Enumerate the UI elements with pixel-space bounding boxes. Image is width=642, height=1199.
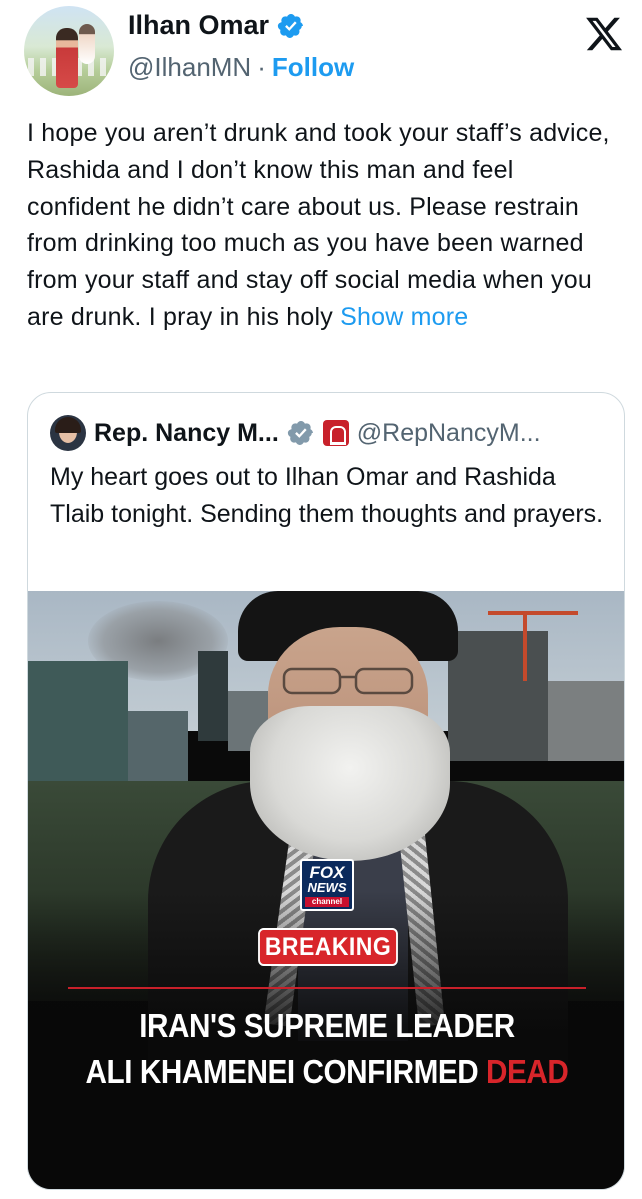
handle-separator: · xyxy=(257,52,266,82)
follow-button[interactable]: Follow xyxy=(272,52,354,83)
headline-line-2-text: ALI KHAMENEI CONFIRMED xyxy=(85,1053,479,1090)
headline-highlight: DEAD xyxy=(486,1053,569,1090)
tweet-body: I hope you aren’t drunk and took your st… xyxy=(27,115,617,336)
logo-line-3: channel xyxy=(305,897,349,907)
avatar-person xyxy=(56,28,78,88)
headline-line-1: IRAN'S SUPREME LEADER xyxy=(139,1007,515,1044)
author-handle-row: @IlhanMN · Follow xyxy=(128,52,354,83)
headline-divider xyxy=(68,987,586,989)
quoted-author-handle: @RepNancyM... xyxy=(356,418,541,447)
verified-badge-icon xyxy=(287,421,313,445)
author-avatar[interactable] xyxy=(24,6,114,96)
logo-line-1: FOX xyxy=(309,863,345,882)
verified-badge-icon xyxy=(277,13,304,38)
tweet-text: I hope you aren’t drunk and took your st… xyxy=(27,119,617,331)
image-headline: IRAN'S SUPREME LEADER ALI KHAMENEI CONFI… xyxy=(58,1003,596,1095)
x-logo-icon[interactable] xyxy=(584,14,624,54)
quoted-author-display-name: Rep. Nancy M... xyxy=(94,418,279,447)
show-more-link[interactable]: Show more xyxy=(340,303,468,331)
quoted-tweet-header: Rep. Nancy M... @RepNancyM... xyxy=(50,415,541,451)
author-handle[interactable]: @IlhanMN xyxy=(128,52,251,83)
quoted-tweet-image[interactable]: FOX NEWS channel BREAKING IRAN'S SUPREME… xyxy=(28,591,624,1189)
avatar-person-secondary xyxy=(79,24,95,64)
government-affiliation-icon xyxy=(322,420,349,446)
fox-news-logo: FOX NEWS channel xyxy=(300,859,354,911)
logo-line-2: NEWS xyxy=(307,880,347,895)
tweet-header: Ilhan Omar @IlhanMN · Follow xyxy=(24,6,624,96)
headline-line-2: ALI KHAMENEI CONFIRMED DEAD xyxy=(58,1049,596,1095)
breaking-banner: BREAKING xyxy=(258,928,398,966)
quoted-tweet[interactable]: Rep. Nancy M... @RepNancyM... My heart g… xyxy=(27,392,625,1190)
author-display-name[interactable]: Ilhan Omar xyxy=(128,10,269,41)
quoted-author-avatar[interactable] xyxy=(50,415,86,451)
author-name-row: Ilhan Omar xyxy=(128,10,305,41)
quoted-tweet-text: My heart goes out to Ilhan Omar and Rash… xyxy=(50,463,604,528)
